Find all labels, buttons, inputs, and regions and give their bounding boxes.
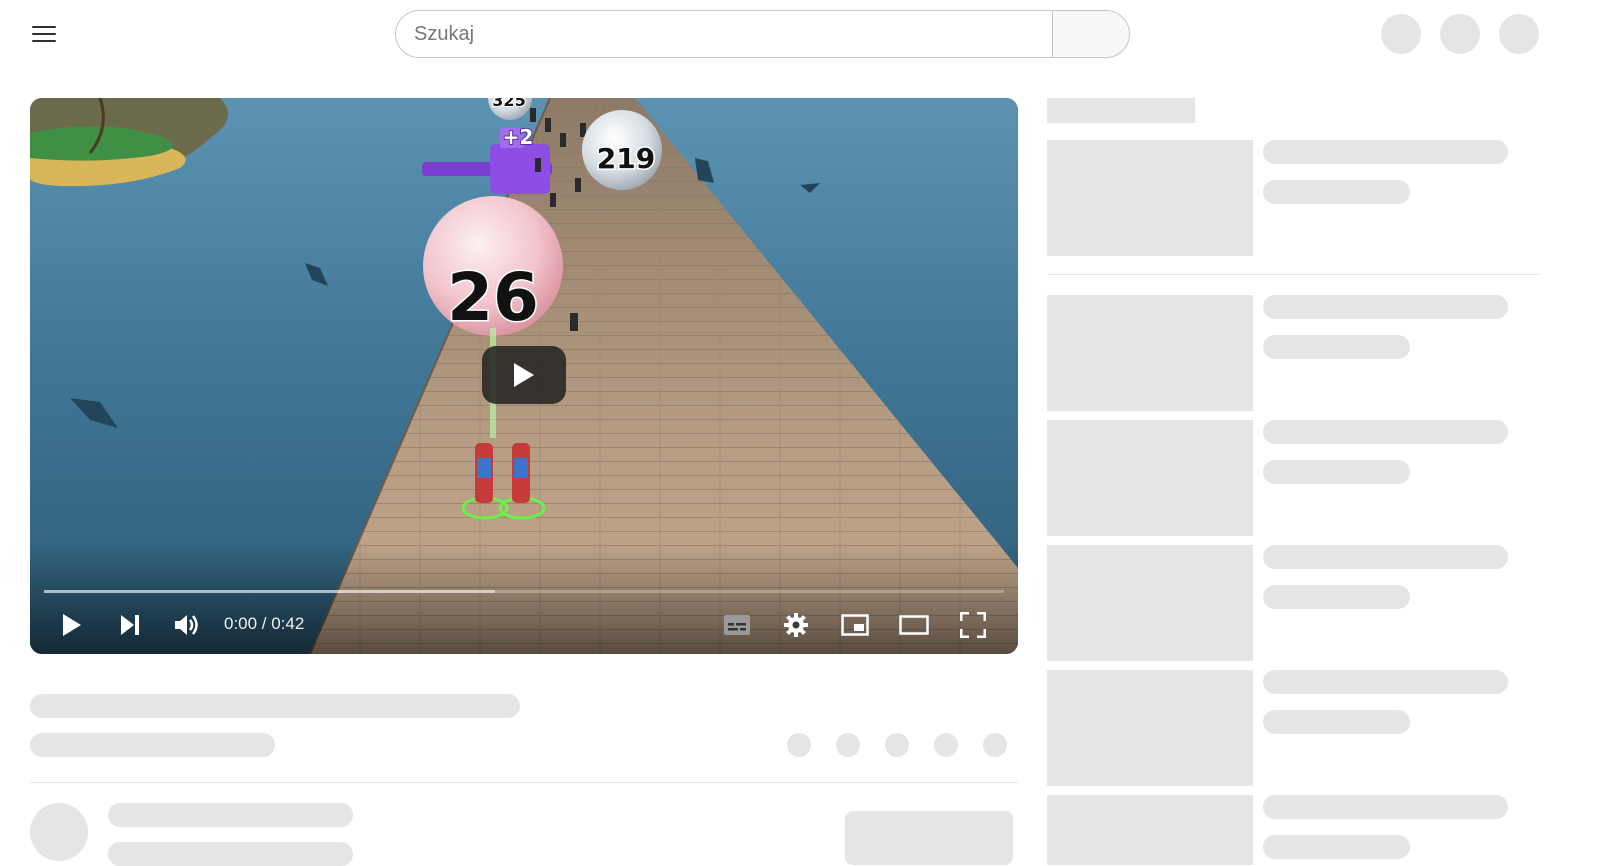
bonus-label: +2 xyxy=(503,125,534,149)
play-button[interactable] xyxy=(53,606,91,644)
recommendation-title-placeholder xyxy=(1263,670,1508,694)
menu-icon xyxy=(32,26,56,28)
bubble-counter-large: 26 xyxy=(447,259,539,336)
large-play-button[interactable] xyxy=(482,346,566,404)
volume-icon xyxy=(175,615,198,635)
recommendation-title-placeholder xyxy=(1263,420,1508,444)
progress-bar[interactable] xyxy=(44,590,1004,593)
subtitles-button[interactable] xyxy=(718,606,756,644)
volume-button[interactable] xyxy=(168,606,206,644)
recommendation-thumbnail-placeholder[interactable] xyxy=(1047,545,1253,661)
search-input[interactable] xyxy=(395,10,1053,58)
next-icon xyxy=(121,615,139,635)
recommendation-meta-placeholder xyxy=(1263,460,1410,484)
menu-button[interactable] xyxy=(24,14,64,54)
recommendation-thumbnail-placeholder[interactable] xyxy=(1047,295,1253,411)
search-button[interactable] xyxy=(1052,10,1130,58)
miniplayer-button[interactable] xyxy=(836,606,874,644)
miniplayer-icon xyxy=(841,614,869,636)
gear-icon xyxy=(784,613,808,637)
divider xyxy=(30,782,1018,783)
play-icon xyxy=(514,363,534,387)
subscribe-placeholder[interactable] xyxy=(845,811,1013,865)
recommendation-meta-placeholder xyxy=(1263,180,1410,204)
theater-mode-button[interactable] xyxy=(895,606,933,644)
next-button[interactable] xyxy=(111,606,149,644)
subtitles-icon xyxy=(724,615,750,635)
recommendation-thumbnail-placeholder[interactable] xyxy=(1047,420,1253,536)
action-placeholder-5[interactable] xyxy=(983,733,1007,757)
header-action-placeholder-1[interactable] xyxy=(1381,14,1421,54)
subtitle-placeholder xyxy=(30,733,275,757)
recommendation-meta-placeholder xyxy=(1263,335,1410,359)
chips-placeholder xyxy=(1047,98,1195,123)
action-placeholder-2[interactable] xyxy=(836,733,860,757)
sidebar-divider xyxy=(1047,274,1539,275)
action-placeholder-4[interactable] xyxy=(934,733,958,757)
avatar-placeholder[interactable] xyxy=(1499,14,1539,54)
recommendation-title-placeholder xyxy=(1263,140,1508,164)
recommendation-meta-placeholder xyxy=(1263,585,1410,609)
recommendation-thumbnail-placeholder[interactable] xyxy=(1047,140,1253,256)
title-placeholder xyxy=(30,694,520,718)
settings-button[interactable] xyxy=(777,606,815,644)
recommendation-thumbnail-placeholder[interactable] xyxy=(1047,795,1253,865)
video-player[interactable]: 26 219 325 +2 0:00 / 0:42 xyxy=(30,98,1018,654)
recommendation-title-placeholder xyxy=(1263,545,1508,569)
channel-avatar-placeholder[interactable] xyxy=(30,803,88,861)
action-placeholder-3[interactable] xyxy=(885,733,909,757)
progress-loaded xyxy=(44,590,496,593)
recommendation-title-placeholder xyxy=(1263,295,1508,319)
recommendation-thumbnail-placeholder[interactable] xyxy=(1047,670,1253,786)
fullscreen-icon xyxy=(960,612,986,638)
play-icon xyxy=(63,614,81,636)
bubble-counter-top: 325 xyxy=(492,98,525,110)
channel-subs-placeholder xyxy=(108,842,353,866)
action-placeholder-1[interactable] xyxy=(787,733,811,757)
theater-mode-icon xyxy=(899,615,929,635)
header-action-placeholder-2[interactable] xyxy=(1440,14,1480,54)
recommendation-title-placeholder xyxy=(1263,795,1508,819)
fullscreen-button[interactable] xyxy=(954,606,992,644)
recommendation-meta-placeholder xyxy=(1263,835,1410,859)
recommendation-meta-placeholder xyxy=(1263,710,1410,734)
time-display: 0:00 / 0:42 xyxy=(224,614,305,633)
bubble-counter-right: 219 xyxy=(597,142,655,175)
channel-name-placeholder xyxy=(108,803,353,827)
